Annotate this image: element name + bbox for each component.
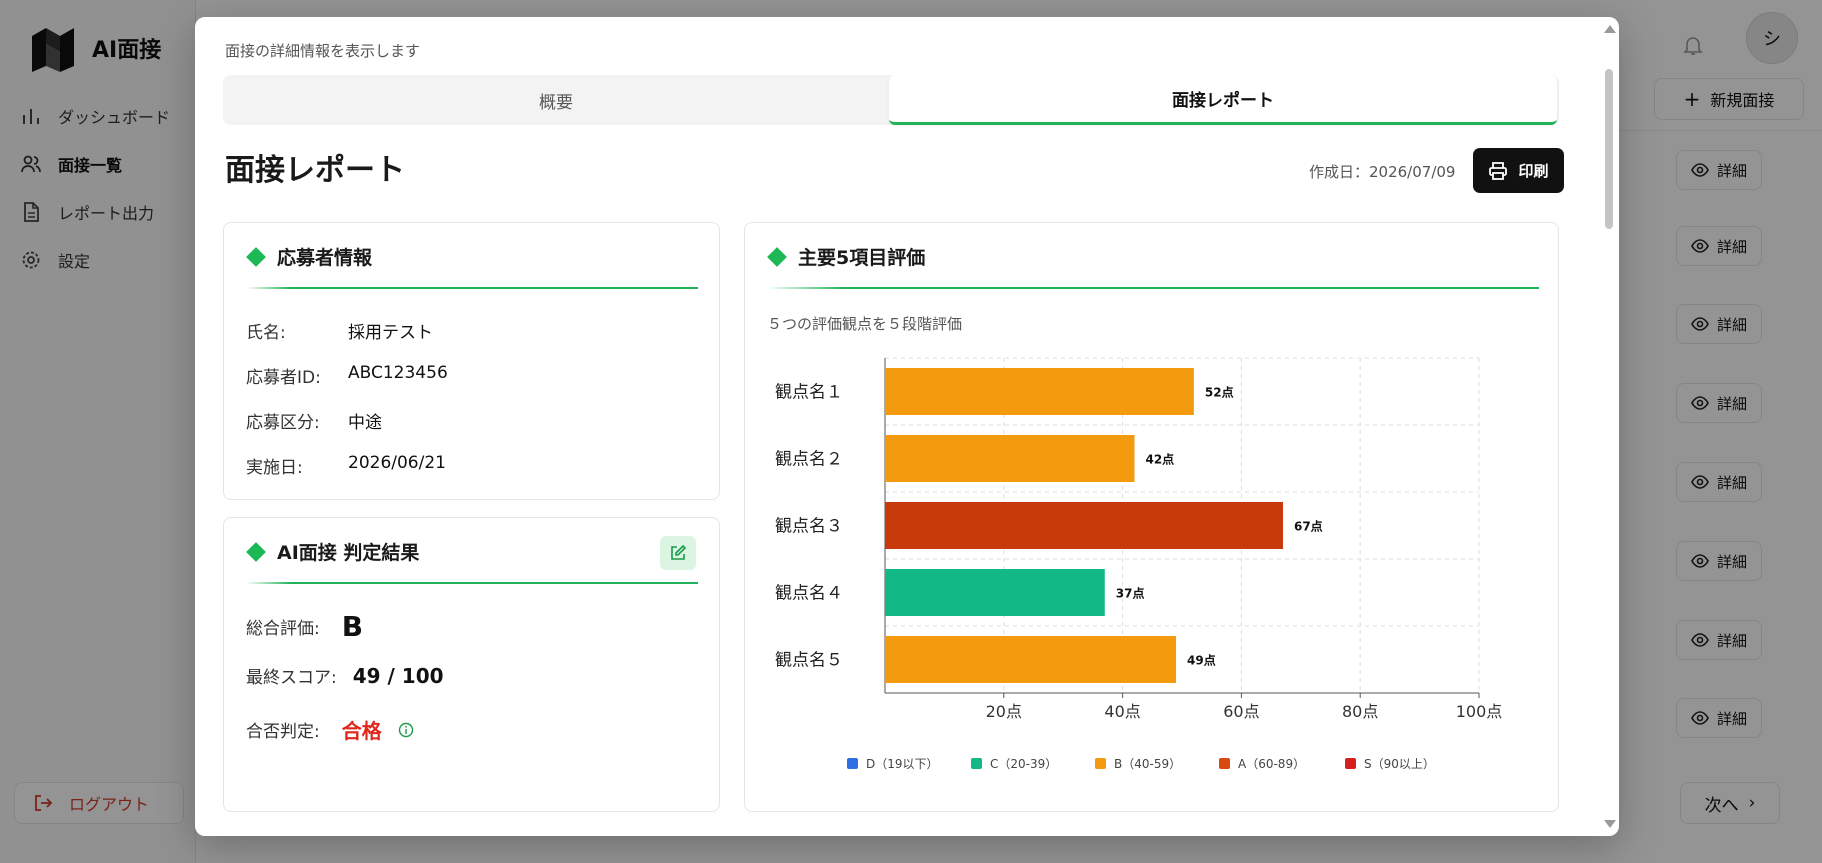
field-label: 応募者ID: xyxy=(246,368,321,388)
bar-1 xyxy=(885,368,1194,415)
info-icon[interactable] xyxy=(398,722,414,738)
printer-icon xyxy=(1489,161,1508,180)
x-tick-label: 20点 xyxy=(986,702,1022,721)
evaluation-chart-card: 主要5項目評価 ５つの評価観点を５段階評価 観点名１ 52点 観点名２ 42点 観点名３… xyxy=(744,222,1559,812)
card-divider xyxy=(246,287,698,289)
page-title: 面接レポート xyxy=(225,153,405,188)
modal-subtitle: 面接の詳細情報を表示します xyxy=(225,42,421,60)
bar-5 xyxy=(885,636,1177,683)
category-label: 観点名５ xyxy=(775,651,843,671)
created-date: 作成日：2026/07/09 xyxy=(1309,163,1456,181)
x-tick-label: 60点 xyxy=(1223,702,1259,721)
x-tick-label: 40点 xyxy=(1104,702,1140,721)
x-tick-label: 80点 xyxy=(1342,702,1378,721)
legend-label: S（90以上） xyxy=(1364,757,1435,771)
print-label: 印刷 xyxy=(1518,162,1549,180)
category-label: 観点名４ xyxy=(775,584,843,604)
edit-icon xyxy=(671,544,687,560)
value-label: 67点 xyxy=(1294,519,1323,534)
modal-scrollbar[interactable] xyxy=(1599,17,1619,836)
field-label: 応募区分: xyxy=(246,413,320,433)
final-score: 49 / 100 xyxy=(352,663,444,688)
tab-interview-report[interactable]: 面接レポート xyxy=(889,75,1557,125)
bar-2 xyxy=(885,435,1135,482)
diamond-icon xyxy=(246,246,266,267)
applicant-info-card: 応募者情報 氏名: 採用テスト 応募者ID: ABC123456 応募区分: 中… xyxy=(223,222,720,500)
legend-swatch xyxy=(847,758,858,769)
card-heading: AI面接 判定結果 xyxy=(246,538,419,565)
legend-label: A（60-89） xyxy=(1238,757,1305,771)
field-value: 採用テスト xyxy=(348,323,433,343)
legend-swatch xyxy=(971,758,982,769)
card-divider xyxy=(246,582,698,584)
applicant-row-name: 氏名: 採用テスト xyxy=(246,318,433,343)
scroll-down-icon[interactable] xyxy=(1604,820,1616,828)
tab-bar: 概要 面接レポート xyxy=(223,75,1559,125)
value-label: 49点 xyxy=(1187,653,1216,668)
scroll-up-icon[interactable] xyxy=(1604,25,1616,33)
pass-status: 合格 xyxy=(341,719,382,743)
edit-button[interactable] xyxy=(660,536,696,570)
legend-label: D（19以下） xyxy=(866,757,939,771)
bar-4 xyxy=(885,569,1105,616)
applicant-row-id: 応募者ID: ABC123456 xyxy=(246,363,448,388)
card-heading: 応募者情報 xyxy=(246,243,372,270)
field-value: 中途 xyxy=(348,413,382,433)
overall-grade: B xyxy=(341,610,364,643)
category-label: 観点名３ xyxy=(775,517,843,537)
overall-rating-row: 総合評価: B xyxy=(246,610,363,643)
applicant-row-category: 応募区分: 中途 xyxy=(246,408,382,433)
pass-fail-row: 合否判定: 合格 xyxy=(246,715,414,744)
interview-detail-modal: 面接の詳細情報を表示します 概要 面接レポート 面接レポート 作成日：2026/… xyxy=(195,17,1619,836)
x-tick-label: 100点 xyxy=(1456,702,1503,721)
field-label: 氏名: xyxy=(246,323,286,343)
category-label: 観点名１ xyxy=(775,383,843,403)
category-label: 観点名２ xyxy=(775,450,843,470)
field-label: 実施日: xyxy=(246,458,303,478)
diamond-icon xyxy=(246,541,266,562)
score-label: 最終スコア: xyxy=(246,668,337,688)
applicant-heading: 応募者情報 xyxy=(277,247,373,269)
value-label: 52点 xyxy=(1205,385,1234,400)
ai-result-card: AI面接 判定結果 総合評価: B 最終スコア: 49 / 100 合否判定: … xyxy=(223,517,720,812)
bar-3 xyxy=(885,502,1283,549)
legend-swatch xyxy=(1219,758,1230,769)
legend-label: C（20-39） xyxy=(990,757,1057,771)
field-value: ABC123456 xyxy=(348,363,448,383)
overall-label: 総合評価: xyxy=(246,619,320,639)
pass-label: 合否判定: xyxy=(246,722,320,742)
applicant-row-date: 実施日: 2026/06/21 xyxy=(246,453,446,478)
final-score-row: 最終スコア: 49 / 100 xyxy=(246,663,444,689)
value-label: 37点 xyxy=(1116,586,1145,601)
print-button[interactable]: 印刷 xyxy=(1473,148,1564,193)
legend-label: B（40-59） xyxy=(1114,757,1181,771)
value-label: 42点 xyxy=(1145,452,1174,467)
scrollbar-thumb[interactable] xyxy=(1605,69,1613,229)
result-heading: AI面接 判定結果 xyxy=(277,542,420,564)
evaluation-bar-chart: 観点名１ 52点観点名２ 42点観点名３ 67点観点名４ 37点観点名５ 49点 20点 40… xyxy=(775,357,1503,771)
legend-swatch xyxy=(1095,758,1106,769)
tab-overview[interactable]: 概要 xyxy=(223,75,889,125)
legend-swatch xyxy=(1345,758,1356,769)
field-value: 2026/06/21 xyxy=(348,453,446,473)
